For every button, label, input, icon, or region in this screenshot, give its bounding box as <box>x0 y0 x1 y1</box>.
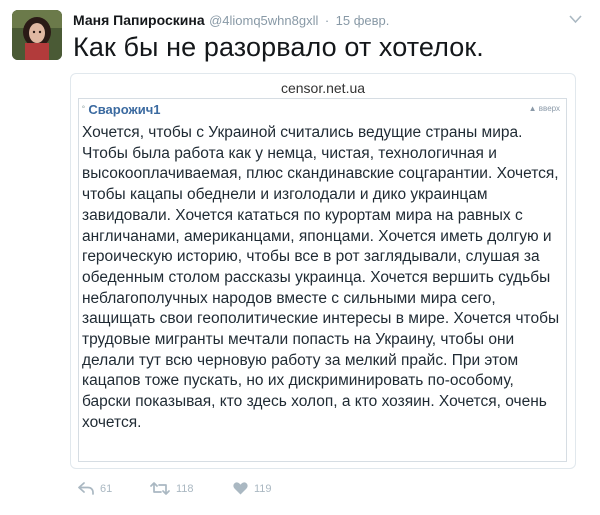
author-handle[interactable]: @4liomq5whn8gxll <box>209 13 318 28</box>
avatar[interactable] <box>12 10 62 60</box>
more-options-button[interactable] <box>569 12 582 27</box>
reply-button[interactable]: 61 <box>78 482 112 495</box>
like-count: 119 <box>254 482 272 495</box>
comment-author: ˚ Сварожич1 <box>82 102 160 117</box>
comment-box: ˚ Сварожич1 ▲ вверх Хочется, чтобы с Укра… <box>78 98 567 462</box>
up-link: ▲ вверх <box>529 104 560 113</box>
heart-icon <box>233 482 248 495</box>
user-marker-icon: ˚ <box>82 106 86 117</box>
chevron-down-icon <box>569 15 582 24</box>
comment-author-name: Сварожич1 <box>88 102 161 117</box>
tweet-date[interactable]: 15 февр. <box>336 13 390 28</box>
embedded-image-card[interactable]: censor.net.ua ˚ Сварожич1 ▲ вверх Хочется… <box>70 73 576 469</box>
comment-text: Хочется, чтобы с Украиной считались веду… <box>82 124 560 431</box>
tweet-header: Маня Папироскина @4liomq5whn8gxll · 15 ф… <box>73 12 560 30</box>
retweet-button[interactable]: 118 <box>150 482 194 495</box>
author-name[interactable]: Маня Папироскина <box>73 12 205 28</box>
retweet-count: 118 <box>176 482 194 495</box>
reply-count: 61 <box>100 482 113 495</box>
tweet-text: Как бы не разорвало от хотелок. <box>73 32 484 62</box>
up-arrow-icon: ▲ <box>528 104 537 113</box>
like-button[interactable]: 119 <box>233 482 272 495</box>
separator-dot: · <box>324 13 330 28</box>
retweet-icon <box>150 482 170 495</box>
up-link-label: вверх <box>538 104 560 113</box>
card-source: censor.net.ua <box>280 80 366 96</box>
avatar-image <box>12 10 62 60</box>
reply-icon <box>78 482 94 495</box>
